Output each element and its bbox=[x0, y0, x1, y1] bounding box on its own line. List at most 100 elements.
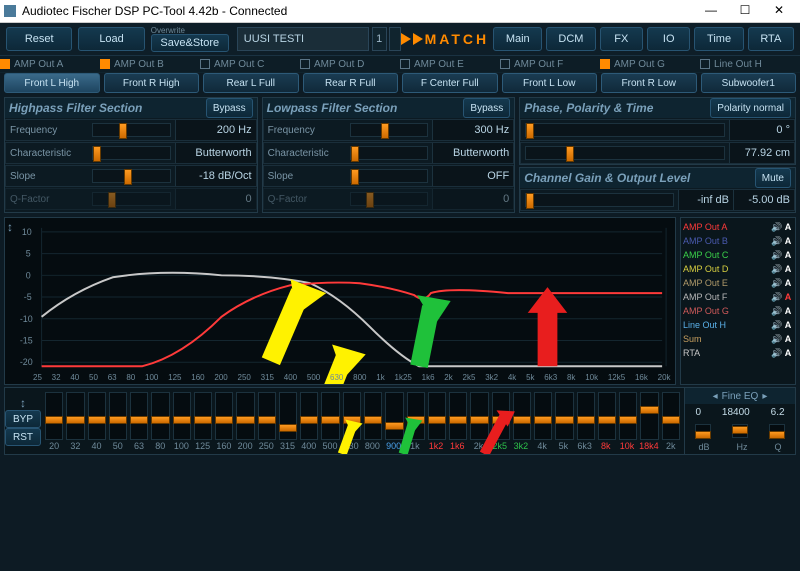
legend-row-8[interactable]: Sum🔊A bbox=[683, 332, 793, 346]
channel-tab-1[interactable]: Front R High bbox=[104, 73, 200, 93]
eq-band-4k[interactable] bbox=[534, 392, 552, 440]
amp-out-4[interactable]: AMP Out E bbox=[400, 59, 500, 70]
eq-band-200[interactable] bbox=[236, 392, 254, 440]
load-button[interactable]: Load bbox=[78, 27, 144, 51]
reset-button[interactable]: Reset bbox=[6, 27, 72, 51]
highpass-panel: Highpass Filter SectionBypass Frequency2… bbox=[4, 97, 258, 213]
fine-hz-slider[interactable] bbox=[732, 424, 748, 438]
lp-char-slider[interactable] bbox=[350, 146, 429, 160]
legend-row-2[interactable]: AMP Out C🔊A bbox=[683, 248, 793, 262]
phase-slider[interactable] bbox=[525, 123, 725, 137]
lp-slope-slider[interactable] bbox=[350, 169, 429, 183]
save-store-button[interactable]: Save&Store bbox=[151, 34, 229, 52]
eq-band-400[interactable] bbox=[300, 392, 318, 440]
window-title: Audiotec Fischer DSP PC-Tool 4.42b - Con… bbox=[22, 4, 694, 18]
eq-band-900[interactable] bbox=[385, 392, 403, 440]
legend-row-5[interactable]: AMP Out F🔊A bbox=[683, 290, 793, 304]
eq-band-2k[interactable] bbox=[470, 392, 488, 440]
eq-band-20[interactable] bbox=[45, 392, 63, 440]
channel-tab-3[interactable]: Rear R Full bbox=[303, 73, 399, 93]
lp-q-slider[interactable] bbox=[350, 192, 429, 206]
eq-band-40[interactable] bbox=[88, 392, 106, 440]
hp-freq-slider[interactable] bbox=[92, 123, 171, 137]
channel-tab-0[interactable]: Front L High bbox=[4, 73, 100, 93]
amp-out-1[interactable]: AMP Out B bbox=[100, 59, 200, 70]
time-button[interactable]: Time bbox=[694, 27, 743, 51]
eq-band-500[interactable] bbox=[321, 392, 339, 440]
mute-button[interactable]: Mute bbox=[755, 168, 791, 188]
rta-button[interactable]: RTA bbox=[748, 27, 794, 51]
byp-button[interactable]: BYP bbox=[5, 410, 41, 428]
eq-band-80[interactable] bbox=[151, 392, 169, 440]
speaker-icon: 🔊 bbox=[771, 292, 781, 303]
eq-band-6k3[interactable] bbox=[577, 392, 595, 440]
eq-band-2k5[interactable] bbox=[492, 392, 510, 440]
eq-band-100[interactable] bbox=[173, 392, 191, 440]
eq-band-250[interactable] bbox=[258, 392, 276, 440]
phase-title: Phase, Polarity & Time bbox=[524, 101, 710, 115]
legend-row-6[interactable]: AMP Out G🔊A bbox=[683, 304, 793, 318]
response-graph[interactable]: ↕ 1050-5-10-15-20 2532405063801001251602… bbox=[4, 217, 676, 385]
eq-band-630[interactable] bbox=[343, 392, 361, 440]
preset-toggle[interactable] bbox=[389, 27, 401, 51]
channel-tab-2[interactable]: Rear L Full bbox=[203, 73, 299, 93]
eq-band-125[interactable] bbox=[194, 392, 212, 440]
fine-db-slider[interactable] bbox=[695, 424, 711, 438]
legend-row-1[interactable]: AMP Out B🔊A bbox=[683, 234, 793, 248]
rst-button[interactable]: RST bbox=[5, 428, 41, 446]
preset-name-input[interactable]: UUSI TESTI bbox=[237, 27, 369, 51]
amp-out-3[interactable]: AMP Out D bbox=[300, 59, 400, 70]
hp-slope-slider[interactable] bbox=[92, 169, 171, 183]
polarity-button[interactable]: Polarity normal bbox=[710, 98, 791, 118]
eq-band-800[interactable] bbox=[364, 392, 382, 440]
eq-band-32[interactable] bbox=[66, 392, 84, 440]
legend-row-3[interactable]: AMP Out D🔊A bbox=[683, 262, 793, 276]
time-slider[interactable] bbox=[525, 146, 725, 160]
eq-band-10k[interactable] bbox=[619, 392, 637, 440]
main-button[interactable]: Main bbox=[493, 27, 542, 51]
svg-text:10: 10 bbox=[22, 227, 32, 237]
gain-slider[interactable] bbox=[525, 193, 674, 207]
eq-band-3k2[interactable] bbox=[513, 392, 531, 440]
eq-band-315[interactable] bbox=[279, 392, 297, 440]
legend-row-4[interactable]: AMP Out E🔊A bbox=[683, 276, 793, 290]
legend-row-7[interactable]: Line Out H🔊A bbox=[683, 318, 793, 332]
channel-tab-4[interactable]: F Center Full bbox=[402, 73, 498, 93]
eq-band-1k[interactable] bbox=[407, 392, 425, 440]
lp-freq-slider[interactable] bbox=[350, 123, 429, 137]
maximize-button[interactable]: ☐ bbox=[728, 1, 762, 21]
highpass-bypass-button[interactable]: Bypass bbox=[206, 98, 253, 118]
speaker-icon: 🔊 bbox=[771, 264, 781, 275]
amp-out-2[interactable]: AMP Out C bbox=[200, 59, 300, 70]
eq-band-50[interactable] bbox=[109, 392, 127, 440]
preset-number[interactable]: 1 bbox=[372, 27, 387, 51]
io-button[interactable]: IO bbox=[647, 27, 690, 51]
eq-band-1k6[interactable] bbox=[449, 392, 467, 440]
legend-row-0[interactable]: AMP Out A🔊A bbox=[683, 220, 793, 234]
hp-q-slider[interactable] bbox=[92, 192, 171, 206]
amp-out-5[interactable]: AMP Out F bbox=[500, 59, 600, 70]
eq-band-5k[interactable] bbox=[555, 392, 573, 440]
minimize-button[interactable]: — bbox=[694, 1, 728, 21]
eq-band-63[interactable] bbox=[130, 392, 148, 440]
lowpass-bypass-button[interactable]: Bypass bbox=[463, 98, 510, 118]
expand-eq-icon[interactable]: ↕ bbox=[20, 396, 26, 410]
dcm-button[interactable]: DCM bbox=[546, 27, 595, 51]
channel-tab-7[interactable]: Subwoofer1 bbox=[701, 73, 797, 93]
speaker-icon: 🔊 bbox=[771, 306, 781, 317]
amp-out-7[interactable]: Line Out H bbox=[700, 59, 800, 70]
eq-band-2k[interactable] bbox=[662, 392, 680, 440]
channel-tab-6[interactable]: Front R Low bbox=[601, 73, 697, 93]
close-button[interactable]: ✕ bbox=[762, 1, 796, 21]
hp-char-slider[interactable] bbox=[92, 146, 171, 160]
fine-q-slider[interactable] bbox=[769, 424, 785, 438]
amp-out-6[interactable]: AMP Out G bbox=[600, 59, 700, 70]
eq-band-1k2[interactable] bbox=[428, 392, 446, 440]
channel-tab-5[interactable]: Front L Low bbox=[502, 73, 598, 93]
amp-out-0[interactable]: AMP Out A bbox=[0, 59, 100, 70]
legend-row-9[interactable]: RTA🔊A bbox=[683, 346, 793, 360]
eq-band-160[interactable] bbox=[215, 392, 233, 440]
eq-band-8k[interactable] bbox=[598, 392, 616, 440]
eq-band-18k4[interactable] bbox=[640, 392, 658, 440]
fx-button[interactable]: FX bbox=[600, 27, 643, 51]
